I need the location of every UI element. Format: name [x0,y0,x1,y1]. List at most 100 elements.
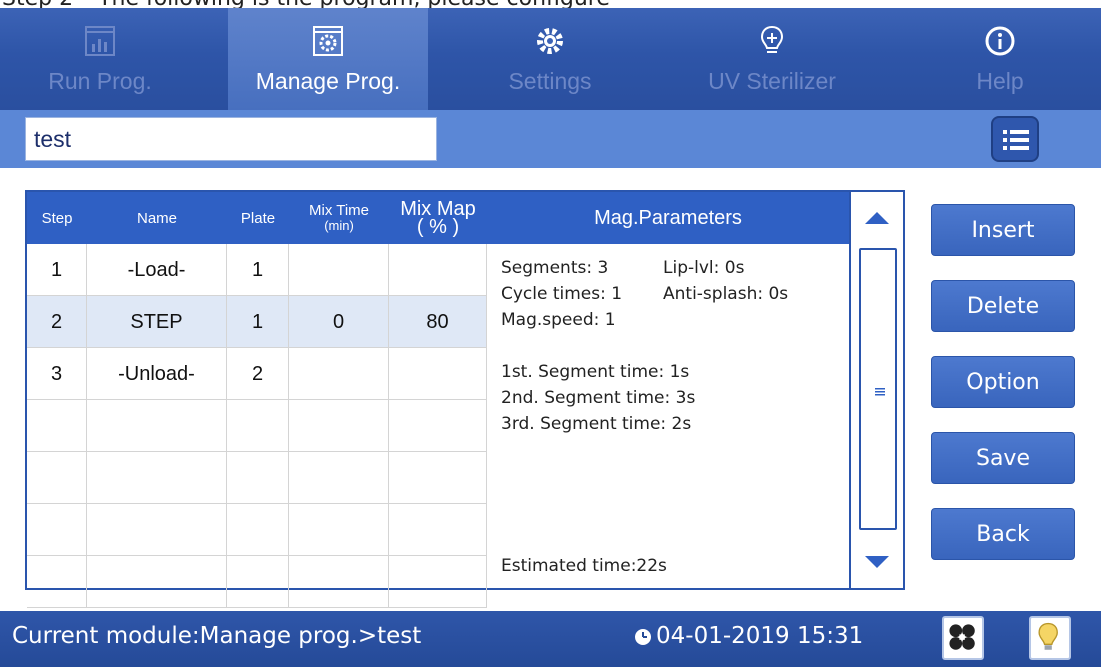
option-button[interactable]: Option [931,356,1075,408]
param-seg1: 1st. Segment time: 1s [501,362,690,382]
main-content: Step Name Plate Mix Time (min) Mix Map (… [0,168,1101,608]
current-module-text: Current module:Manage prog.>test [12,623,422,649]
tab-label: Run Prog. [48,68,152,94]
cell-mix-map [389,400,487,452]
cell-mix-time [289,556,389,608]
tab-label: Settings [508,68,592,94]
cell-plate: 1 [227,296,289,348]
scroll-track[interactable] [859,248,897,530]
scroll-up-icon[interactable] [851,192,903,244]
table-row[interactable] [27,400,487,452]
cell-plate: 1 [227,244,289,296]
insert-button[interactable]: Insert [931,204,1075,256]
delete-button[interactable]: Delete [931,280,1075,332]
table-row[interactable] [27,504,487,556]
gear-box-icon [313,26,343,56]
top-navigation: Run Prog. Manage Prog. Settings UV Steri… [0,8,1101,110]
info-icon [985,26,1015,56]
param-seg2: 2nd. Segment time: 3s [501,388,696,408]
cell-name [87,400,227,452]
tab-uv-sterilizer[interactable]: UV Sterilizer [672,8,872,110]
param-seg3: 3rd. Segment time: 2s [501,414,692,434]
cell-name: -Unload- [87,348,227,400]
param-anti-splash: Anti-splash: 0s [663,284,789,304]
param-lip-lvl: Lip-lvl: 0s [663,258,745,278]
param-cycle-times: Cycle times: 1 [501,284,623,304]
cell-mix-map [389,452,487,504]
table-scrollbar[interactable] [849,192,903,588]
cell-step [27,504,87,556]
list-icon [1003,130,1029,150]
header-step: Step [41,209,73,227]
program-name-input[interactable] [25,117,437,161]
apps-button[interactable] [942,616,984,660]
cell-step: 1 [27,244,87,296]
tab-run-prog[interactable]: Run Prog. [0,8,200,110]
cell-name [87,504,227,556]
cell-mix-time [289,504,389,556]
cell-name [87,452,227,504]
cell-step [27,556,87,608]
scroll-thumb-icon[interactable] [875,388,885,396]
tab-settings[interactable]: Settings [450,8,650,110]
cell-step [27,400,87,452]
table-row[interactable]: 1 -Load- 1 [27,244,487,296]
cell-mix-time: 0 [289,296,389,348]
cell-step: 3 [27,348,87,400]
cell-plate [227,504,289,556]
tab-label: Manage Prog. [255,68,401,94]
table-row[interactable]: 2 STEP 1 0 80 [27,296,487,348]
tab-help[interactable]: Help [900,8,1100,110]
table-row[interactable] [27,452,487,504]
cell-step [27,452,87,504]
cell-mix-map [389,504,487,556]
cell-plate: 2 [227,348,289,400]
cell-step: 2 [27,296,87,348]
bar-chart-icon [85,26,115,56]
save-button[interactable]: Save [931,432,1075,484]
light-button[interactable] [1029,616,1071,660]
header-name: Name [136,209,177,227]
cell-name [87,556,227,608]
cell-mix-map [389,556,487,608]
tab-manage-prog[interactable]: Manage Prog. [228,8,428,110]
program-steps-table: Step Name Plate Mix Time (min) Mix Map (… [25,190,905,608]
header-mag-parameters: Mag.Parameters [594,206,742,229]
tab-label: UV Sterilizer [708,68,836,94]
gear-icon [537,28,563,54]
cell-mix-time [289,452,389,504]
apps-icon [949,624,975,650]
program-list-button[interactable] [991,116,1039,162]
cell-plate [227,556,289,608]
cell-plate [227,452,289,504]
param-mag-speed: Mag.speed: 1 [501,310,616,330]
cell-plate [227,400,289,452]
table-header: Step Name Plate Mix Time (min) Mix Map (… [27,192,849,244]
header-mix-map: Mix Map ( % ) [400,198,476,238]
status-bar: Current module:Manage prog.>test 04-01-2… [0,611,1101,667]
bulb-icon [760,25,784,53]
back-button[interactable]: Back [931,508,1075,560]
header-mix-time: Mix Time (min) [309,202,369,233]
param-estimated-time: Estimated time:22s [501,556,667,576]
clock-icon [635,629,651,645]
cell-mix-map: 80 [389,296,487,348]
datetime-text: 04-01-2019 15:31 [656,623,864,649]
page-caption: Step 2 – The following is the program, p… [0,0,1101,8]
mag-parameters-panel: Segments: 3 Lip-lvl: 0s Cycle times: 1 A… [487,244,849,590]
cell-name: STEP [87,296,227,348]
program-name-bar [0,110,1101,168]
tab-label: Help [976,68,1024,94]
scroll-down-icon[interactable] [851,536,903,588]
cell-mix-time [289,400,389,452]
cell-mix-map [389,244,487,296]
param-segments: Segments: 3 [501,258,609,278]
cell-mix-time [289,348,389,400]
table-row[interactable] [27,556,487,608]
table-row[interactable]: 3 -Unload- 2 [27,348,487,400]
cell-mix-time [289,244,389,296]
cell-name: -Load- [87,244,227,296]
header-plate: Plate [240,209,276,227]
cell-mix-map [389,348,487,400]
light-bulb-icon [1038,622,1058,650]
